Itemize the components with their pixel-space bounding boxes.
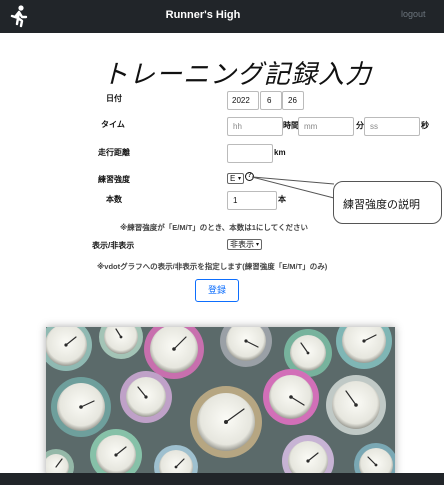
year-input[interactable]: 2022 [227, 91, 259, 110]
minutes-input[interactable]: mm [298, 117, 354, 136]
date-label: 日付 [106, 94, 122, 103]
visibility-selected: 非表示 [230, 240, 254, 249]
intensity-selected: E [230, 174, 236, 183]
callout-text: 練習強度の説明 [343, 199, 420, 211]
intensity-label: 練習強度 [98, 175, 130, 184]
page-title: トレーニング記録入力 [102, 60, 373, 90]
intensity-select[interactable]: E ▾ [227, 173, 244, 184]
count-unit: 本 [278, 195, 286, 204]
navbar: Runner's High logout [0, 0, 444, 33]
minutes-unit: 分 [356, 121, 364, 130]
seconds-input[interactable]: ss [364, 117, 420, 136]
distance-unit: km [274, 148, 286, 157]
hours-input[interactable]: hh [227, 117, 283, 136]
time-label: タイム [101, 120, 125, 129]
distance-input[interactable] [227, 144, 273, 163]
count-label: 本数 [106, 195, 122, 204]
month-input[interactable]: 6 [260, 91, 282, 110]
brand-title[interactable]: Runner's High [0, 9, 406, 21]
visibility-select[interactable]: 非表示 ▾ [227, 239, 262, 250]
count-note: ※練習強度が「E/M/T」のとき、本数は1にしてください [120, 223, 308, 232]
visibility-label: 表示/非表示 [92, 241, 135, 250]
chevron-down-icon: ▾ [255, 242, 259, 248]
submit-button[interactable]: 登録 [195, 279, 239, 302]
chevron-down-icon: ▾ [237, 176, 241, 182]
visibility-note: ※vdotグラフへの表示/非表示を指定します(練習強度「E/M/T」のみ) [97, 262, 328, 271]
logout-link[interactable]: logout [401, 9, 426, 19]
stopwatches-image [46, 327, 395, 477]
count-input[interactable]: 1 [227, 191, 277, 210]
day-input[interactable]: 26 [282, 91, 304, 110]
seconds-unit: 秒 [421, 121, 429, 130]
footer-bar [0, 473, 444, 485]
hours-unit: 時間 [283, 121, 299, 130]
distance-label: 走行距離 [98, 148, 130, 157]
